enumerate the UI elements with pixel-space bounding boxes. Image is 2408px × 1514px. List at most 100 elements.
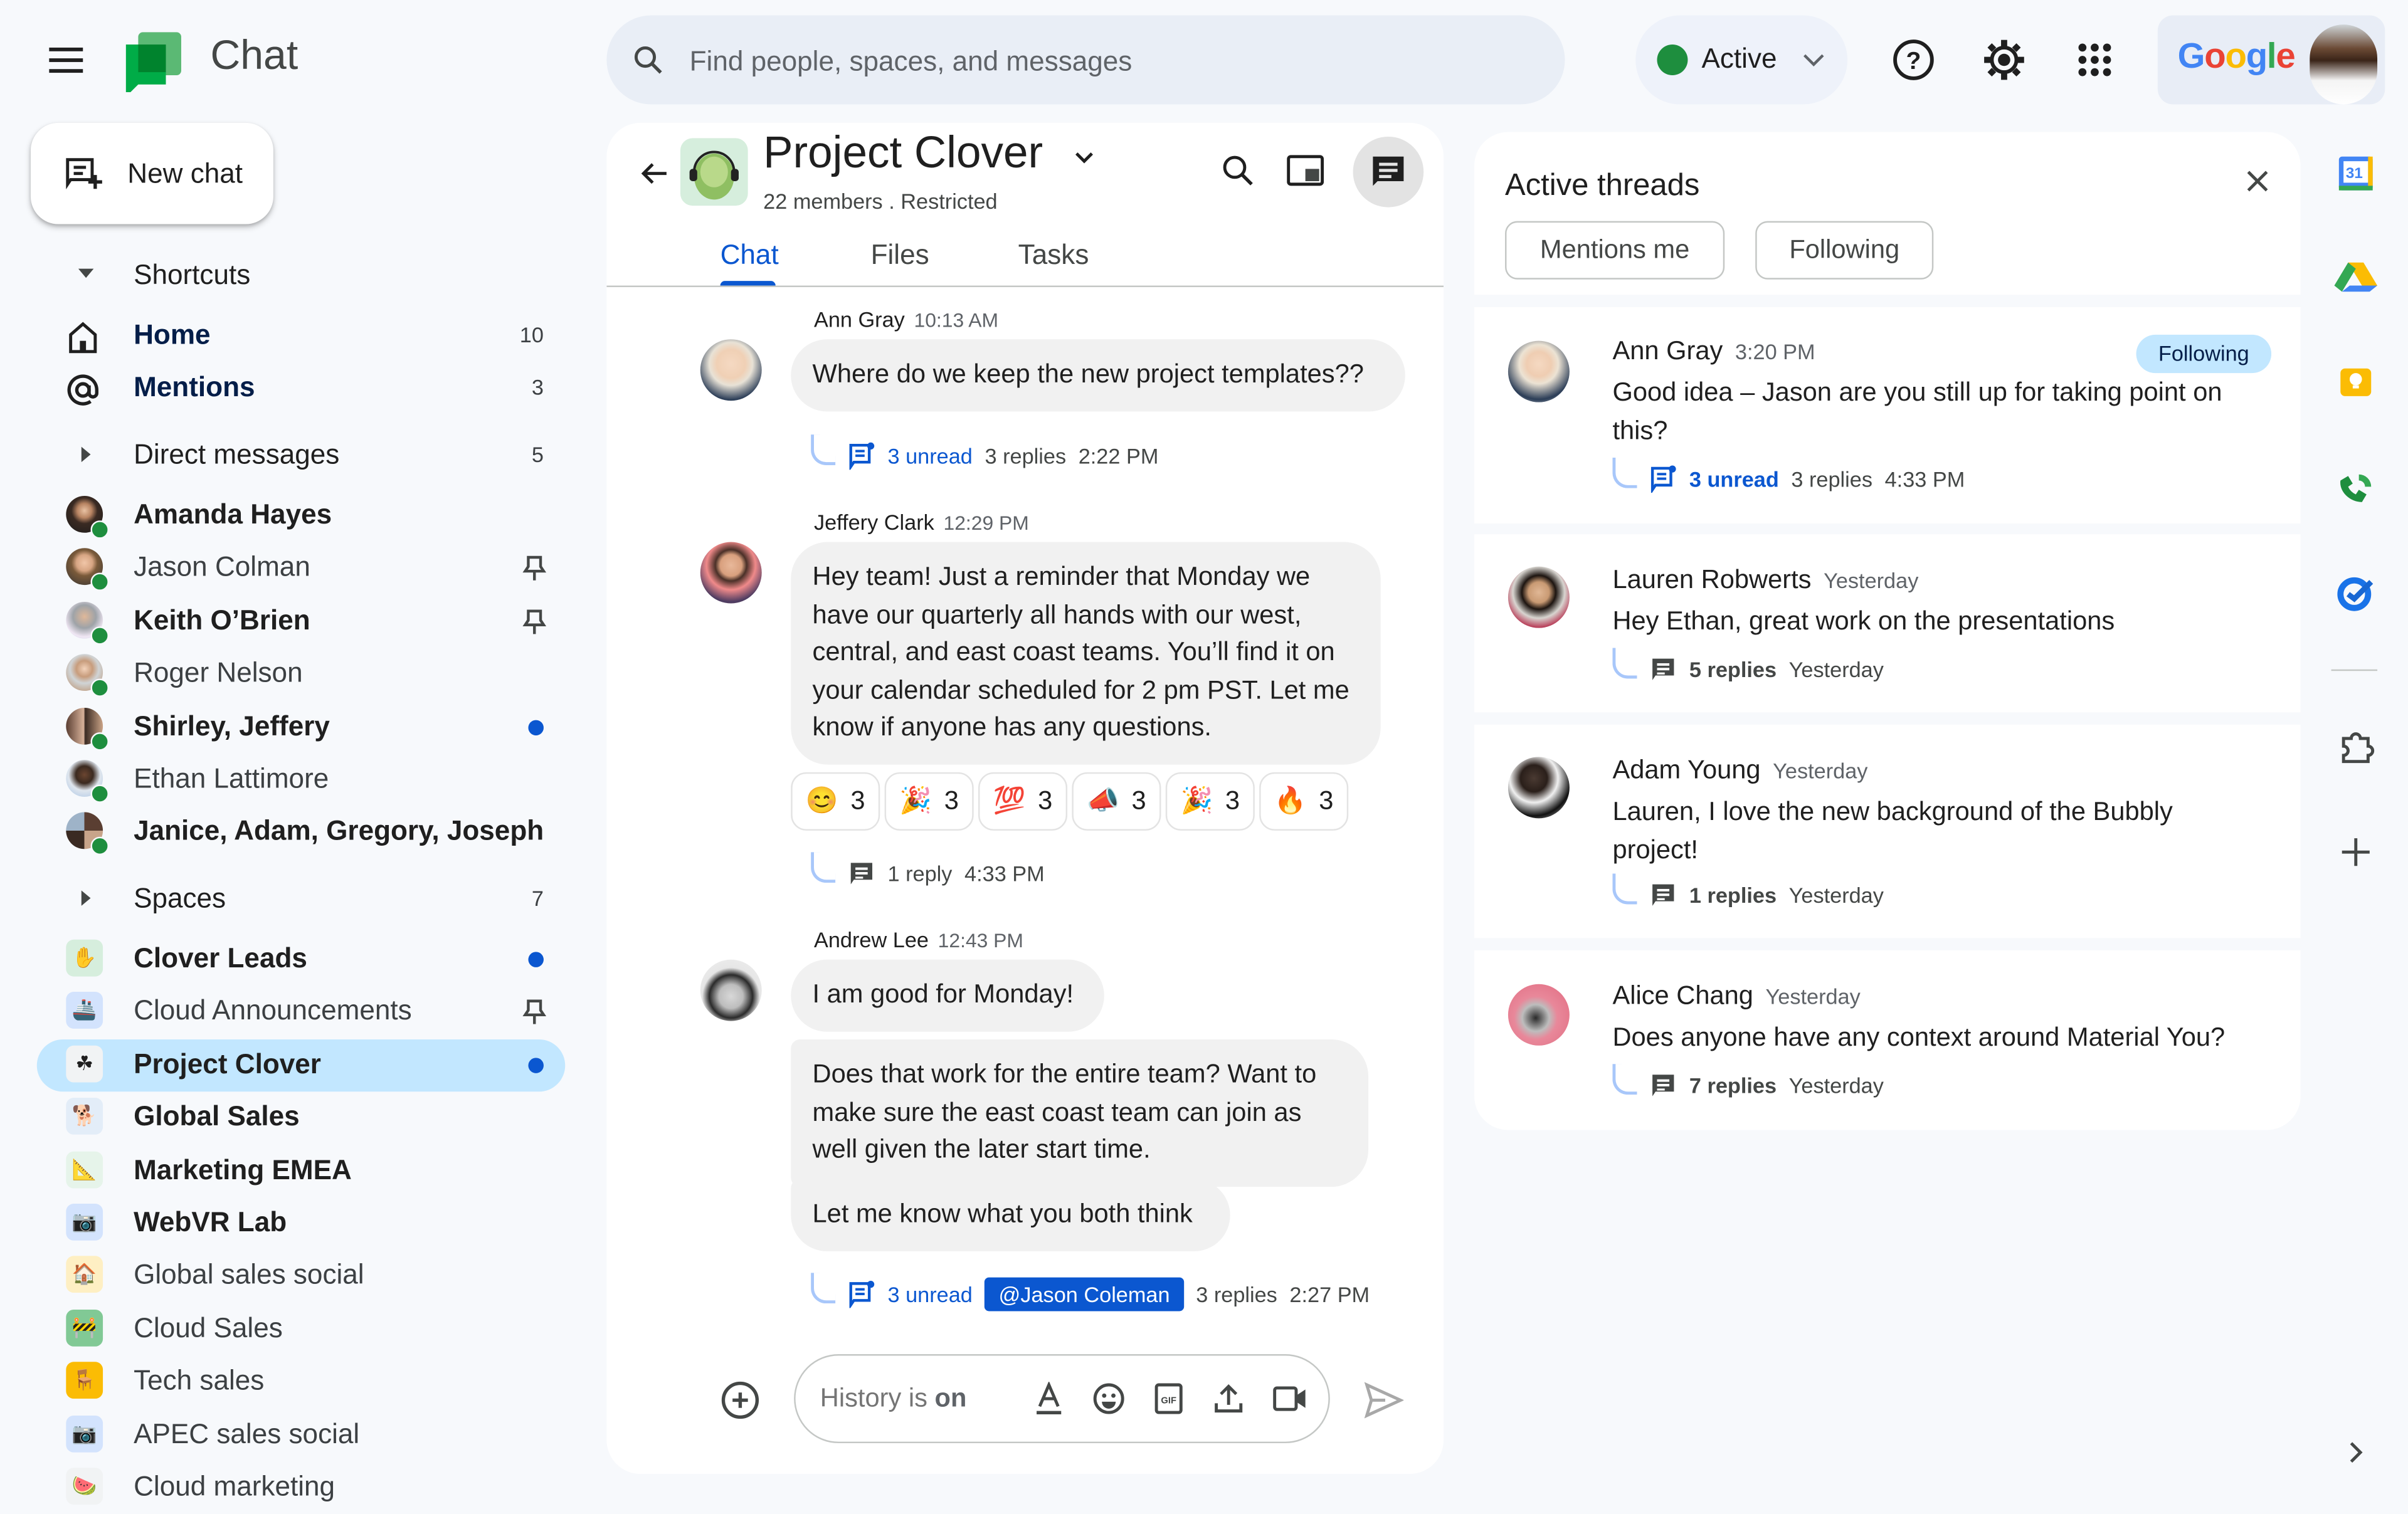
- tab-tasks[interactable]: Tasks: [1018, 239, 1089, 271]
- add-app-button[interactable]: [2334, 831, 2377, 874]
- reactions-row: 😊 3 🎉 3 💯 3 📣 3 🎉 3 🔥 3: [791, 772, 1349, 831]
- upload-icon: [1215, 1384, 1243, 1413]
- split-view-button[interactable]: [1282, 147, 1328, 193]
- sidebar-item-space[interactable]: 🍉 Cloud marketing: [37, 1461, 565, 1513]
- sidebar-item-dm[interactable]: Shirley, Jeffery: [37, 701, 565, 753]
- format-text-button[interactable]: [1032, 1382, 1066, 1416]
- calendar-app-button[interactable]: 31: [2334, 152, 2377, 195]
- video-icon: [1273, 1386, 1306, 1411]
- voice-app-button[interactable]: [2334, 465, 2377, 508]
- reaction-chip[interactable]: 🔥 3: [1259, 772, 1349, 831]
- sidebar-item-dm[interactable]: Keith O’Brien: [37, 596, 565, 648]
- thread-summary[interactable]: 5 replies Yesterday: [1612, 648, 1884, 683]
- sidebar-item-space[interactable]: 🚢 Cloud Announcements: [37, 986, 565, 1038]
- thread-summary[interactable]: 3 unread 3 replies 4:33 PM: [1612, 457, 1965, 493]
- tab-files[interactable]: Files: [871, 239, 929, 271]
- video-button[interactable]: [1272, 1382, 1309, 1416]
- chevron-down-icon[interactable]: [1074, 150, 1095, 166]
- settings-icon: [1984, 39, 2024, 80]
- reaction-chip[interactable]: 😊 3: [791, 772, 880, 831]
- settings-button[interactable]: [1981, 37, 2027, 83]
- section-direct-messages[interactable]: Direct messages 5: [37, 430, 565, 482]
- sidebar-item-dm[interactable]: Ethan Lattimore: [37, 754, 565, 806]
- send-button[interactable]: [1364, 1382, 1404, 1419]
- avatar[interactable]: [700, 339, 762, 401]
- thread-summary[interactable]: 7 replies Yesterday: [1612, 1064, 1884, 1099]
- thread-card[interactable]: Adam Young Yesterday Lauren, I love the n…: [1474, 724, 2301, 938]
- thread-summary[interactable]: 1 replies Yesterday: [1612, 873, 1884, 909]
- emoji-button[interactable]: [1092, 1382, 1126, 1416]
- compose-placeholder[interactable]: History is on: [820, 1384, 967, 1414]
- search-in-space-button[interactable]: [1215, 147, 1260, 193]
- upload-button[interactable]: [1212, 1382, 1245, 1416]
- threads-icon: [1373, 156, 1404, 186]
- expand-rail-button[interactable]: [2334, 1431, 2377, 1474]
- user-avatar[interactable]: [2310, 24, 2378, 105]
- section-shortcuts[interactable]: Shortcuts: [37, 250, 565, 302]
- new-chat-icon: [65, 157, 105, 194]
- sidebar-item-dm[interactable]: Janice, Adam, Gregory, Joseph: [37, 807, 565, 859]
- thread-card[interactable]: Lauren Robwerts Yesterday Hey Ethan, grea…: [1474, 534, 2301, 713]
- sidebar-item-dm[interactable]: Jason Colman: [37, 542, 565, 594]
- sidebar-item-space[interactable]: 🚧 Cloud Sales: [37, 1303, 565, 1355]
- thread-card[interactable]: Ann Gray 3:20 PM Following Good idea – Ja…: [1474, 307, 2301, 524]
- addons-button[interactable]: [2334, 726, 2377, 769]
- close-threads-button[interactable]: [2242, 166, 2273, 196]
- space-avatar: [680, 138, 748, 206]
- sidebar-item-space[interactable]: ✋ Clover Leads: [37, 933, 565, 986]
- sidebar-item-home[interactable]: Home 10: [37, 310, 565, 362]
- avatar[interactable]: [700, 959, 762, 1021]
- tasks-app-button[interactable]: [2334, 571, 2377, 614]
- thread-card[interactable]: Alice Chang Yesterday Does anyone have an…: [1474, 950, 2301, 1130]
- main-menu-button[interactable]: [46, 43, 86, 77]
- reaction-chip[interactable]: 🎉 3: [1165, 772, 1255, 831]
- pin-icon[interactable]: [522, 607, 547, 635]
- reaction-count: 3: [1038, 786, 1053, 816]
- sidebar-item-space[interactable]: 🐕 Global Sales: [37, 1092, 565, 1144]
- threads-toggle-button[interactable]: [1353, 136, 1424, 208]
- filter-following[interactable]: Following: [1755, 221, 1934, 280]
- add-button[interactable]: [719, 1379, 762, 1422]
- sidebar-item-space[interactable]: 🪑 Tech sales: [37, 1356, 565, 1408]
- drive-app-button[interactable]: [2334, 255, 2378, 298]
- thread-icon: [850, 863, 873, 885]
- sidebar-item-space[interactable]: 🏠 Global sales social: [37, 1250, 565, 1302]
- sidebar-item-space[interactable]: 📐 Marketing EMEA: [37, 1145, 565, 1197]
- reaction-chip[interactable]: 🎉 3: [884, 772, 974, 831]
- sidebar-item-label: Janice, Adam, Gregory, Joseph: [134, 816, 544, 847]
- gif-button[interactable]: GIF: [1152, 1382, 1186, 1416]
- status-dropdown[interactable]: Active: [1635, 15, 1848, 105]
- thread-summary[interactable]: 3 unread 3 replies 2:22 PM: [811, 434, 1158, 470]
- pin-icon[interactable]: [522, 999, 547, 1026]
- thread-summary[interactable]: 1 reply 4:33 PM: [811, 852, 1045, 887]
- avatar[interactable]: [700, 542, 762, 604]
- thread-icon: [1652, 1075, 1674, 1096]
- tab-chat[interactable]: Chat: [721, 239, 779, 271]
- message-composer[interactable]: History is on GIF: [794, 1354, 1330, 1444]
- hamburger-menu-icon: [49, 47, 83, 73]
- space-title[interactable]: Project Clover: [763, 129, 1043, 180]
- status-active-dot: [1657, 45, 1688, 76]
- sidebar-item-dm[interactable]: Amanda Hayes: [37, 490, 565, 542]
- help-button[interactable]: ?: [1891, 37, 1936, 83]
- account-switcher[interactable]: Google: [2157, 15, 2385, 105]
- search-input[interactable]: [686, 15, 1522, 108]
- filter-mentions-me[interactable]: Mentions me: [1505, 221, 1725, 280]
- apps-button[interactable]: [2072, 37, 2118, 83]
- search-bar[interactable]: [606, 15, 1565, 108]
- new-chat-button[interactable]: New chat: [30, 122, 273, 224]
- sidebar-item-mentions[interactable]: Mentions 3: [37, 362, 565, 414]
- sidebar-item-space[interactable]: 📷 APEC sales social: [37, 1409, 565, 1461]
- sidebar-item-label: Home: [134, 319, 211, 350]
- sidebar-item-space[interactable]: 📷 WebVR Lab: [37, 1197, 565, 1249]
- reaction-chip[interactable]: 📣 3: [1072, 772, 1161, 831]
- close-icon: [2247, 171, 2268, 192]
- keep-app-button[interactable]: [2334, 361, 2377, 404]
- section-spaces[interactable]: Spaces 7: [37, 873, 565, 925]
- back-button[interactable]: [637, 157, 671, 191]
- sidebar-item-dm[interactable]: Roger Nelson: [37, 648, 565, 700]
- reaction-chip[interactable]: 💯 3: [978, 772, 1068, 831]
- sidebar-item-space[interactable]: ☘ Project Clover: [36, 1039, 566, 1091]
- pin-icon[interactable]: [522, 555, 547, 582]
- thread-summary[interactable]: 3 unread @Jason Coleman 3 replies 2:27 P…: [811, 1273, 1370, 1312]
